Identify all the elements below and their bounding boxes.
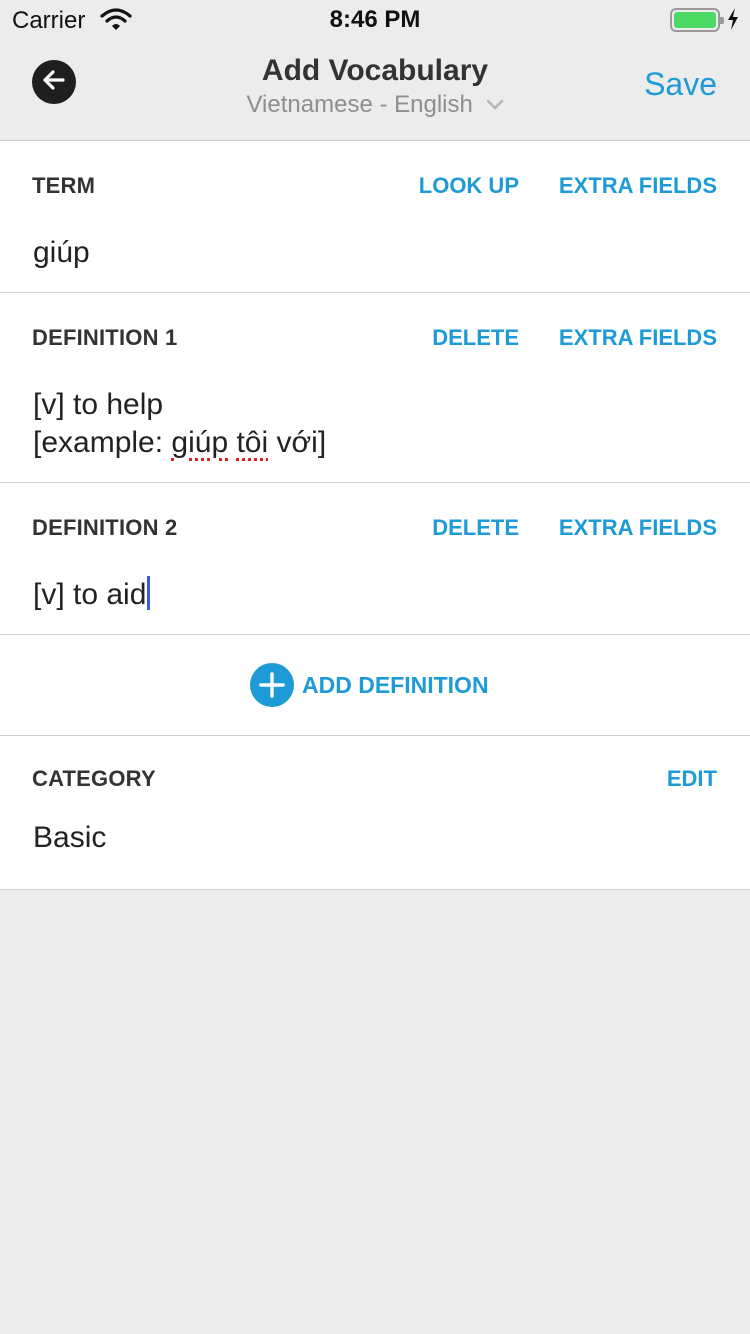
- category-label: CATEGORY: [32, 766, 156, 791]
- definition-2-extra-fields-button[interactable]: EXTRA FIELDS: [559, 515, 717, 541]
- definition-1-line-2: [example: giúp tôi với]: [33, 424, 326, 462]
- definition-2-input[interactable]: [v] to aid: [33, 576, 151, 614]
- save-button[interactable]: Save: [644, 66, 717, 103]
- term-section: TERM LOOK UP EXTRA FIELDS giúp: [0, 141, 750, 293]
- chevron-down-icon: [486, 90, 504, 118]
- term-extra-fields-button[interactable]: EXTRA FIELDS: [559, 173, 717, 199]
- page-title: Add Vocabulary: [261, 54, 489, 87]
- language-pair-label: Vietnamese - English: [246, 91, 473, 118]
- term-label: TERM: [32, 173, 96, 198]
- definition-1-extra-fields-button[interactable]: EXTRA FIELDS: [559, 325, 717, 351]
- definition-1-line-1: [v] to help: [33, 388, 164, 421]
- example-prefix: [example:: [33, 426, 172, 459]
- example-suffix: với]: [268, 426, 327, 459]
- definition-2-delete-button[interactable]: DELETE: [432, 515, 519, 541]
- screen: Carrier 8:46 PM Add Vocabulary Vietnames…: [0, 0, 750, 1334]
- definition-2-label: DEFINITION 2: [32, 515, 178, 540]
- misspelled-word: giúp: [171, 426, 229, 459]
- category-section: CATEGORY EDIT Basic: [0, 736, 750, 890]
- definition-1-label: DEFINITION 1: [32, 325, 178, 350]
- definition-2-value: [v] to aid: [33, 578, 147, 611]
- language-pair-selector[interactable]: Vietnamese - English: [0, 91, 750, 119]
- clock: 8:46 PM: [329, 6, 421, 33]
- definition-1-input[interactable]: [v] to help [example: giúp tôi với]: [33, 386, 326, 462]
- definition-2-section: DEFINITION 2 DELETE EXTRA FIELDS [v] to …: [0, 483, 750, 635]
- misspelled-word: tôi: [236, 426, 269, 459]
- add-definition-row: ADD DEFINITION: [0, 635, 750, 736]
- definition-1-delete-button[interactable]: DELETE: [432, 325, 519, 351]
- category-edit-button[interactable]: EDIT: [667, 766, 717, 792]
- look-up-button[interactable]: LOOK UP: [419, 173, 519, 199]
- term-input[interactable]: giúp: [33, 234, 90, 272]
- navigation-bar: Add Vocabulary Vietnamese - English Save: [0, 40, 750, 141]
- battery-icon: [670, 8, 724, 32]
- category-value: Basic: [33, 821, 107, 854]
- plus-circle-icon: [250, 663, 294, 707]
- text-cursor: [147, 576, 151, 610]
- add-definition-label: ADD DEFINITION: [302, 671, 489, 698]
- add-definition-button[interactable]: ADD DEFINITION: [250, 663, 489, 707]
- charging-bolt-icon: [727, 8, 739, 35]
- definition-1-section: DEFINITION 1 DELETE EXTRA FIELDS [v] to …: [0, 293, 750, 483]
- status-bar: Carrier 8:46 PM: [0, 0, 750, 40]
